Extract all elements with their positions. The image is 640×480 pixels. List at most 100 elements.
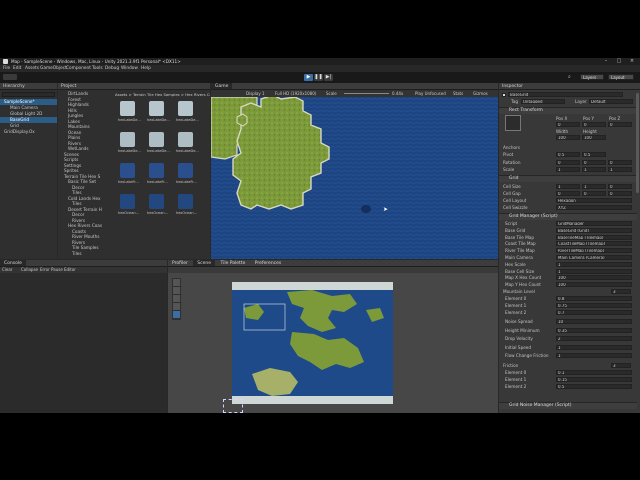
mountain-level-foldout[interactable]: Mountain Level [503,289,535,294]
grid-manager-prop-field[interactable]: 1 [556,268,632,274]
rect-tool-icon[interactable] [173,311,180,318]
mountain-element-field[interactable]: 0.8 [556,296,632,301]
grid-manager-prop-field[interactable]: RiverTileMap (Tilemap) [556,248,632,254]
mountain-element-field[interactable]: 0.7 [556,310,632,315]
rotation-x-field[interactable]: 0 [556,160,580,165]
grid-manager-header[interactable]: Grid Manager (Script) [499,213,637,220]
rotation-z-field[interactable]: 0 [608,160,632,165]
erosion-prop-field[interactable]: 2 [556,336,632,341]
friction-element-field[interactable]: 0.5 [556,384,632,389]
tab-profiler[interactable]: Profiler [168,260,192,266]
resolution-dropdown[interactable]: Full HD (1920x1080) [275,90,316,97]
tile-asset-thumbnail[interactable] [120,194,135,209]
step-button[interactable]: ▶| [324,74,333,81]
pos-x-field[interactable]: 0 [556,122,580,127]
mountain-level-count[interactable]: 3 [611,289,631,294]
pos-y-field[interactable]: 0 [582,122,606,127]
cell-gap-y[interactable]: 0 [582,191,606,196]
editor-dropdown[interactable]: Editor [64,267,76,273]
erosion-prop-field[interactable]: 0.35 [556,327,632,333]
erosion-prop-field[interactable]: 1 [556,353,632,358]
layers-dropdown[interactable]: Layers [580,74,604,80]
grid-manager-prop-field[interactable]: 100 [556,282,632,288]
tab-console[interactable]: Console [0,260,26,266]
pause-button[interactable]: ❚❚ [314,74,323,81]
tab-game[interactable]: Game [211,83,233,89]
project-folder-item[interactable]: Tiles [58,251,112,257]
erosion-prop-field[interactable]: 10 [556,319,632,324]
grid-component-header[interactable]: Grid [499,175,637,182]
inspector-scrollbar[interactable] [636,93,639,193]
tab-tile-palette[interactable]: Tile Palette [216,260,249,266]
tile-asset-thumbnail[interactable] [120,132,135,147]
grid-manager-prop-field[interactable]: Main Camera (Camera) [556,255,632,260]
game-map-view[interactable]: ➤ [211,97,498,259]
hand-tool-icon[interactable] [173,279,180,286]
friction-count[interactable]: 3 [611,363,631,368]
tile-asset-thumbnail[interactable] [178,101,193,116]
scale-slider[interactable] [344,93,389,94]
tab-scene[interactable]: Scene [193,260,216,266]
friction-element-field[interactable]: 0.15 [556,377,632,382]
tile-asset-thumbnail[interactable] [149,132,164,147]
hierarchy-item-griddisplay[interactable]: GridDisplay.Ox [0,129,57,135]
gizmos-button[interactable]: Gizmos [473,90,488,97]
account-button[interactable] [3,74,17,80]
friction-element-field[interactable]: 0.1 [556,370,632,375]
pivot-y-field[interactable]: 0.5 [582,152,606,157]
active-checkbox[interactable] [502,93,506,97]
anchors-label[interactable]: Anchors [503,145,520,150]
cell-size-y[interactable]: 1 [582,184,606,189]
menu-tools[interactable]: Tools [92,65,103,72]
menu-component[interactable]: Component [66,65,91,72]
project-breadcrumb[interactable]: Assets > Terrain Tile Hex Samples > Hex … [115,92,210,97]
grid-manager-prop-field[interactable]: CoastTileMap (Tilemap) [556,241,632,247]
tile-asset-thumbnail[interactable] [178,132,193,147]
menu-gameobject[interactable]: GameObject [40,65,67,72]
grid-manager-prop-field[interactable]: 1 [556,261,632,267]
layout-dropdown[interactable]: Layout [608,74,634,80]
grid-manager-prop-field[interactable]: GridManager [556,221,632,226]
tile-asset-thumbnail[interactable] [178,194,193,209]
grid-manager-prop-field[interactable]: BaseGrid (Grid) [556,227,632,233]
inspector-tab[interactable]: Inspector [499,83,640,90]
menu-window[interactable]: Window [121,65,138,72]
scene-map-view[interactable] [232,282,393,404]
collapse-button[interactable]: Collapse [21,267,38,273]
error-pause-button[interactable]: Error Pause [40,267,63,273]
stats-button[interactable]: Stats [453,90,463,97]
cell-gap-z[interactable]: 0 [608,191,632,196]
pos-z-field[interactable]: 0 [608,122,632,127]
menu-help[interactable]: Help [141,65,151,72]
tile-asset-thumbnail[interactable] [149,101,164,116]
search-icon[interactable]: ⌕ [568,74,575,81]
friction-foldout[interactable]: Friction [503,363,518,368]
layer-dropdown[interactable]: Default [589,99,633,104]
menu-file[interactable]: File [3,65,10,72]
scale-tool-icon[interactable] [173,303,180,310]
scale-z-field[interactable]: 1 [608,167,632,172]
rotate-tool-icon[interactable] [173,295,180,302]
display-dropdown[interactable]: Display 1 [246,90,265,97]
rect-transform-header[interactable]: Rect Transform [499,107,637,114]
object-name-field[interactable]: BaseGrid [508,92,623,97]
tile-asset-thumbnail[interactable] [178,163,193,178]
hierarchy-search[interactable] [2,92,55,97]
project-tab[interactable]: Project [58,83,210,90]
grid-manager-prop-field[interactable]: 100 [556,275,632,281]
pivot-x-field[interactable]: 0.5 [556,152,580,157]
maximize-button[interactable]: □ [614,58,624,65]
minimize-button[interactable]: – [601,58,611,65]
scale-x-field[interactable]: 1 [556,167,580,172]
erosion-prop-field[interactable]: 1 [556,344,632,350]
cell-swizzle-dropdown[interactable]: XYZ [556,205,632,210]
tag-dropdown[interactable]: Untagged [521,99,565,104]
height-field[interactable]: 100 [582,135,606,140]
mountain-element-field[interactable]: 0.75 [556,303,632,308]
rect-handle[interactable] [223,399,243,413]
tile-asset-thumbnail[interactable] [120,101,135,116]
tile-asset-thumbnail[interactable] [120,163,135,178]
cell-gap-x[interactable]: 0 [556,191,580,196]
cell-size-z[interactable]: 0 [608,184,632,189]
menu-debug[interactable]: Debug [105,65,119,72]
